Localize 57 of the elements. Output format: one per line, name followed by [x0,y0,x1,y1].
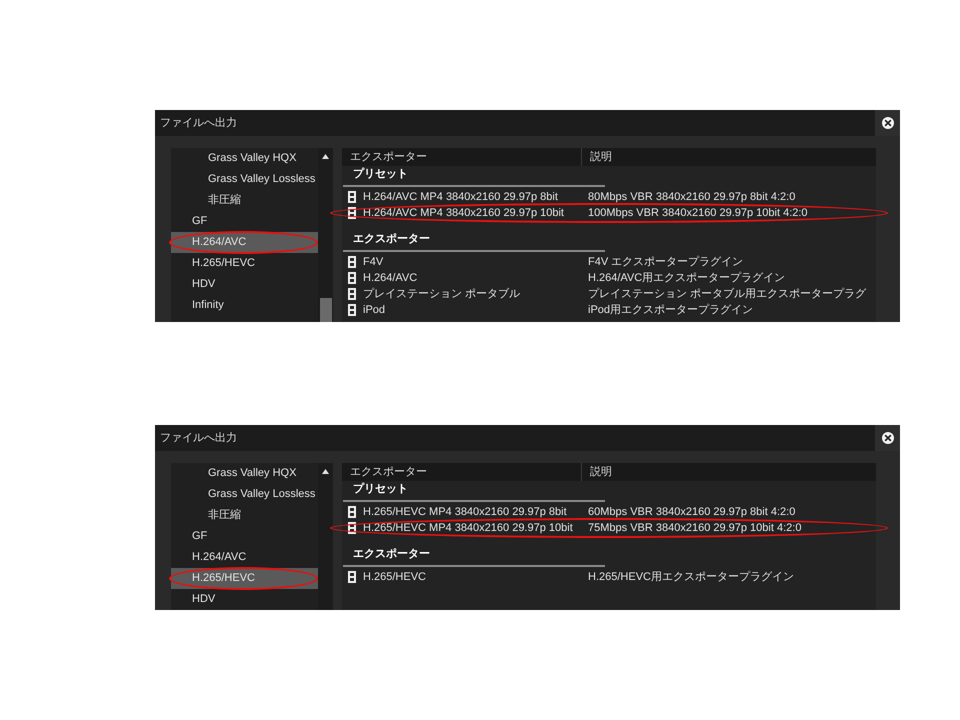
group-heading: プリセット [353,482,408,497]
description-text: 60Mbps VBR 3840x2160 29.97p 8bit 4:2:0 [587,504,796,520]
description-text: 75Mbps VBR 3840x2160 29.97p 10bit 4:2:0 [587,520,802,536]
tree-item[interactable]: Grass Valley HQX [171,463,318,484]
film-strip-icon [348,191,356,203]
description-text: 80Mbps VBR 3840x2160 29.97p 8bit 4:2:0 [587,190,796,205]
exporter-name[interactable]: H.265/HEVC MP4 3840x2160 29.97p 10bit [363,520,573,536]
window-title: ファイルへ出力 [159,430,237,446]
exporter-name[interactable]: H.264/AVC MP4 3840x2160 29.97p 8bit [363,188,558,206]
exporter-name[interactable]: H.265/HEVC [363,568,426,586]
close-icon [882,117,894,129]
scrollbar-thumb[interactable] [320,298,332,322]
exporter-name[interactable]: プレイステーション ポータブル [363,286,520,302]
column-header: エクスポーター [350,464,427,480]
tree-item[interactable]: 非圧縮 [171,505,318,526]
window-title: ファイルへ出力 [159,116,237,131]
group-heading: プリセット [353,166,408,182]
close-icon [882,432,894,444]
scroll-up-icon[interactable] [322,469,329,474]
film-strip-icon [348,506,356,518]
exporter-name[interactable]: F4V [363,254,384,270]
tree-item[interactable]: Grass Valley HQX [171,148,318,169]
column-header: 説明 [590,150,612,165]
close-button[interactable] [875,425,900,451]
exporter-name[interactable]: H.265/HEVC MP4 3840x2160 29.97p 8bit [363,504,567,520]
tree-item[interactable]: H.264/AVC [171,547,318,568]
tree-item[interactable]: GF [171,526,318,547]
column-header: 説明 [590,464,612,480]
film-strip-icon [348,304,356,316]
tree-item[interactable]: Infinity [171,295,318,316]
tree-item[interactable]: H.265/HEVC [171,253,318,274]
description-text: 100Mbps VBR 3840x2160 29.97p 10bit 4:2:0 [587,206,808,221]
group-heading: エクスポーター [353,546,430,562]
tree-item[interactable]: Grass Valley Lossless [171,169,318,190]
film-strip-icon [348,256,356,268]
tree-item[interactable]: Grass Valley Lossless [171,484,318,505]
exporter-name[interactable]: iPod [363,302,386,318]
tree-item[interactable]: HDV [171,589,318,610]
group-heading: エクスポーター [353,232,430,247]
description-text: F4V エクスポータープラグイン [587,254,744,270]
scroll-up-icon[interactable] [322,154,329,159]
description-text: H.264/AVC用エクスポータープラグイン [587,270,786,286]
column-header: エクスポーター [350,150,427,165]
close-button[interactable] [875,110,900,136]
tree-item[interactable]: HDV [171,274,318,295]
description-text: H.265/HEVC用エクスポータープラグイン [587,570,794,585]
film-strip-icon [348,207,356,219]
film-strip-icon [348,288,356,300]
film-strip-icon [348,522,356,534]
tree-item[interactable]: 非圧縮 [171,190,318,211]
exporter-name[interactable]: H.264/AVC MP4 3840x2160 29.97p 10bit [363,204,564,222]
tree-item[interactable]: GF [171,211,318,232]
description-text: iPod用エクスポータープラグイン [587,302,754,318]
description-text: プレイステーション ポータブル用エクスポータープラグ [587,286,866,302]
film-strip-icon [348,571,356,583]
exporter-name[interactable]: H.264/AVC [363,270,418,286]
film-strip-icon [348,272,356,284]
